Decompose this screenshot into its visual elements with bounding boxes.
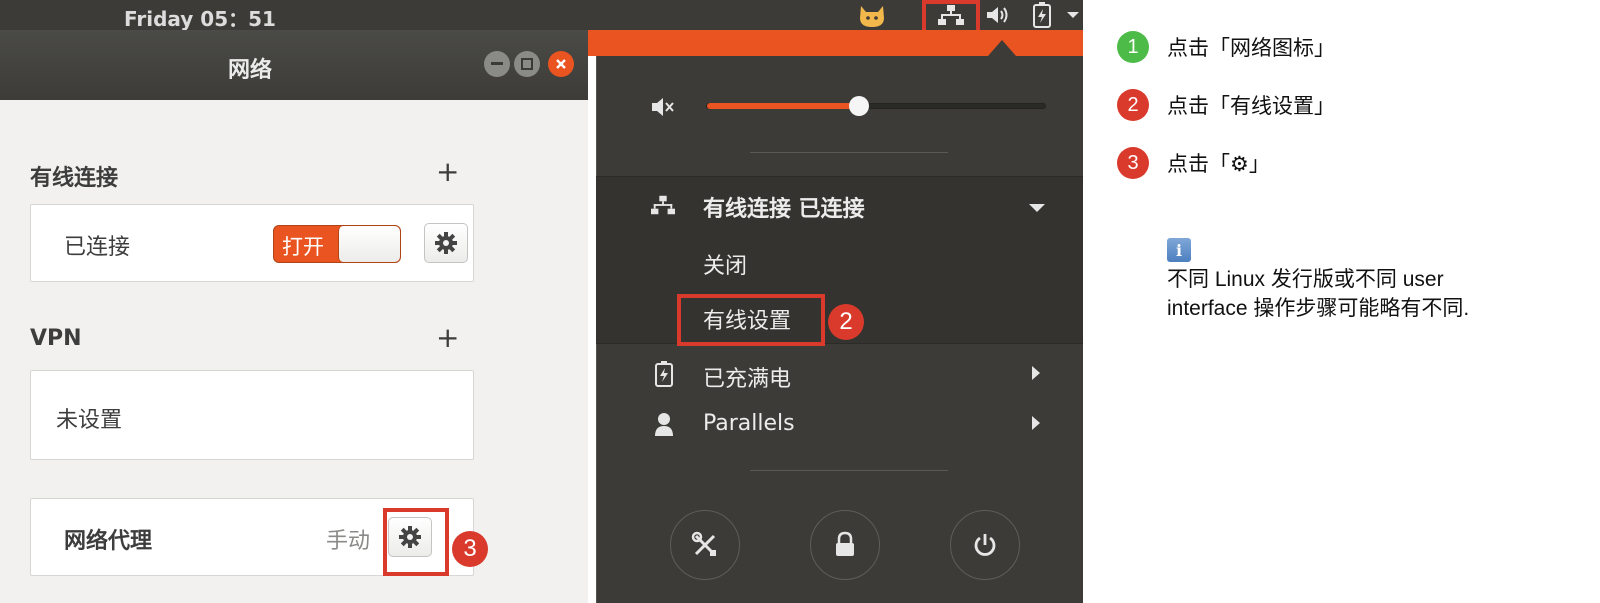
volume-slider-fill	[707, 103, 860, 109]
power-button[interactable]	[950, 510, 1020, 580]
close-button[interactable]	[548, 51, 574, 77]
top-bar: Friday 05：51	[0, 0, 1083, 32]
instruction-text: 点击「网络图标」	[1167, 37, 1335, 60]
chevron-down-icon[interactable]	[1062, 0, 1083, 30]
add-vpn-button[interactable]: +	[436, 324, 459, 352]
wired-toggle-label: 打开	[282, 235, 324, 259]
separator	[750, 470, 948, 471]
window-title: 网络	[227, 58, 272, 83]
step-badge-2: 2	[1117, 89, 1149, 121]
minimize-button[interactable]	[484, 51, 510, 77]
user-item[interactable]: Parallels	[703, 411, 795, 436]
tools-icon	[691, 531, 716, 556]
note-line-1: 不同 Linux 发行版或不同 user	[1167, 268, 1444, 291]
add-wired-button[interactable]: +	[436, 158, 459, 186]
info-icon: i	[1167, 238, 1191, 262]
battery-icon	[652, 360, 676, 388]
proxy-label: 网络代理	[64, 529, 153, 554]
volume-muted-icon[interactable]	[648, 92, 678, 122]
chevron-right-icon[interactable]	[1032, 366, 1040, 380]
network-icon	[650, 192, 676, 218]
minimize-icon	[491, 62, 503, 65]
battery-item[interactable]: 已充满电	[703, 361, 791, 393]
lock-icon	[836, 531, 854, 556]
instruction-text: 点击「有线设置」	[1167, 95, 1335, 118]
user-icon	[652, 411, 676, 437]
note-line-2: interface 操作步骤可能略有不同.	[1167, 297, 1470, 320]
maximize-icon	[521, 58, 533, 70]
step-badge-3: 3	[1117, 147, 1149, 179]
proxy-mode: 手动	[326, 529, 371, 554]
wired-status: 已连接	[64, 235, 131, 260]
separator	[750, 152, 948, 153]
toggle-knob	[338, 226, 400, 262]
battery-icon[interactable]	[1026, 0, 1058, 30]
gear-icon	[435, 232, 457, 254]
wired-section-title: 有线连接	[30, 166, 119, 191]
volume-icon[interactable]	[980, 0, 1016, 30]
step-badge-2: 2	[828, 304, 864, 340]
instruction-text: 点击「⚙」	[1167, 153, 1270, 176]
wired-menu-header[interactable]: 有线连接 已连接	[703, 191, 865, 223]
wired-settings-button[interactable]	[424, 223, 468, 263]
wired-toggle[interactable]: 打开	[273, 225, 401, 263]
instruction-step-1: 1 点击「网络图标」	[1117, 31, 1335, 63]
popup-notch	[988, 40, 1016, 56]
power-icon	[974, 534, 996, 556]
compatibility-note: 不同 Linux 发行版或不同 user interface 操作步骤可能略有不…	[1167, 265, 1587, 323]
cat-icon[interactable]	[852, 0, 892, 30]
step-badge-1: 1	[1117, 31, 1149, 63]
chevron-right-icon[interactable]	[1032, 416, 1040, 430]
wired-connection-card: 已连接 打开	[30, 204, 474, 282]
close-icon	[556, 59, 566, 69]
maximize-button[interactable]	[514, 51, 540, 77]
settings-tools-button[interactable]	[670, 510, 740, 580]
lock-button[interactable]	[810, 510, 880, 580]
chevron-down-icon[interactable]	[1029, 204, 1045, 212]
window-titlebar[interactable]: 网络	[0, 30, 588, 100]
volume-slider-knob[interactable]	[849, 96, 869, 116]
network-icon-highlight	[922, 0, 980, 34]
turn-off-item[interactable]: 关闭	[703, 248, 747, 280]
window-body: 有线连接 + 已连接 打开 VPN + 未设置 网络代理 手动	[0, 100, 588, 603]
vpn-card: 未设置	[30, 370, 474, 460]
vpn-section-title: VPN	[30, 326, 82, 351]
wired-settings-highlight	[677, 294, 825, 346]
vpn-status: 未设置	[56, 408, 123, 433]
clock[interactable]: Friday 05：51	[124, 3, 276, 32]
instruction-step-3: 3 点击「⚙」	[1117, 147, 1270, 179]
step-badge-3: 3	[452, 531, 488, 567]
instruction-step-2: 2 点击「有线设置」	[1117, 89, 1335, 121]
volume-slider[interactable]	[706, 103, 1046, 109]
proxy-gear-highlight	[383, 508, 449, 576]
